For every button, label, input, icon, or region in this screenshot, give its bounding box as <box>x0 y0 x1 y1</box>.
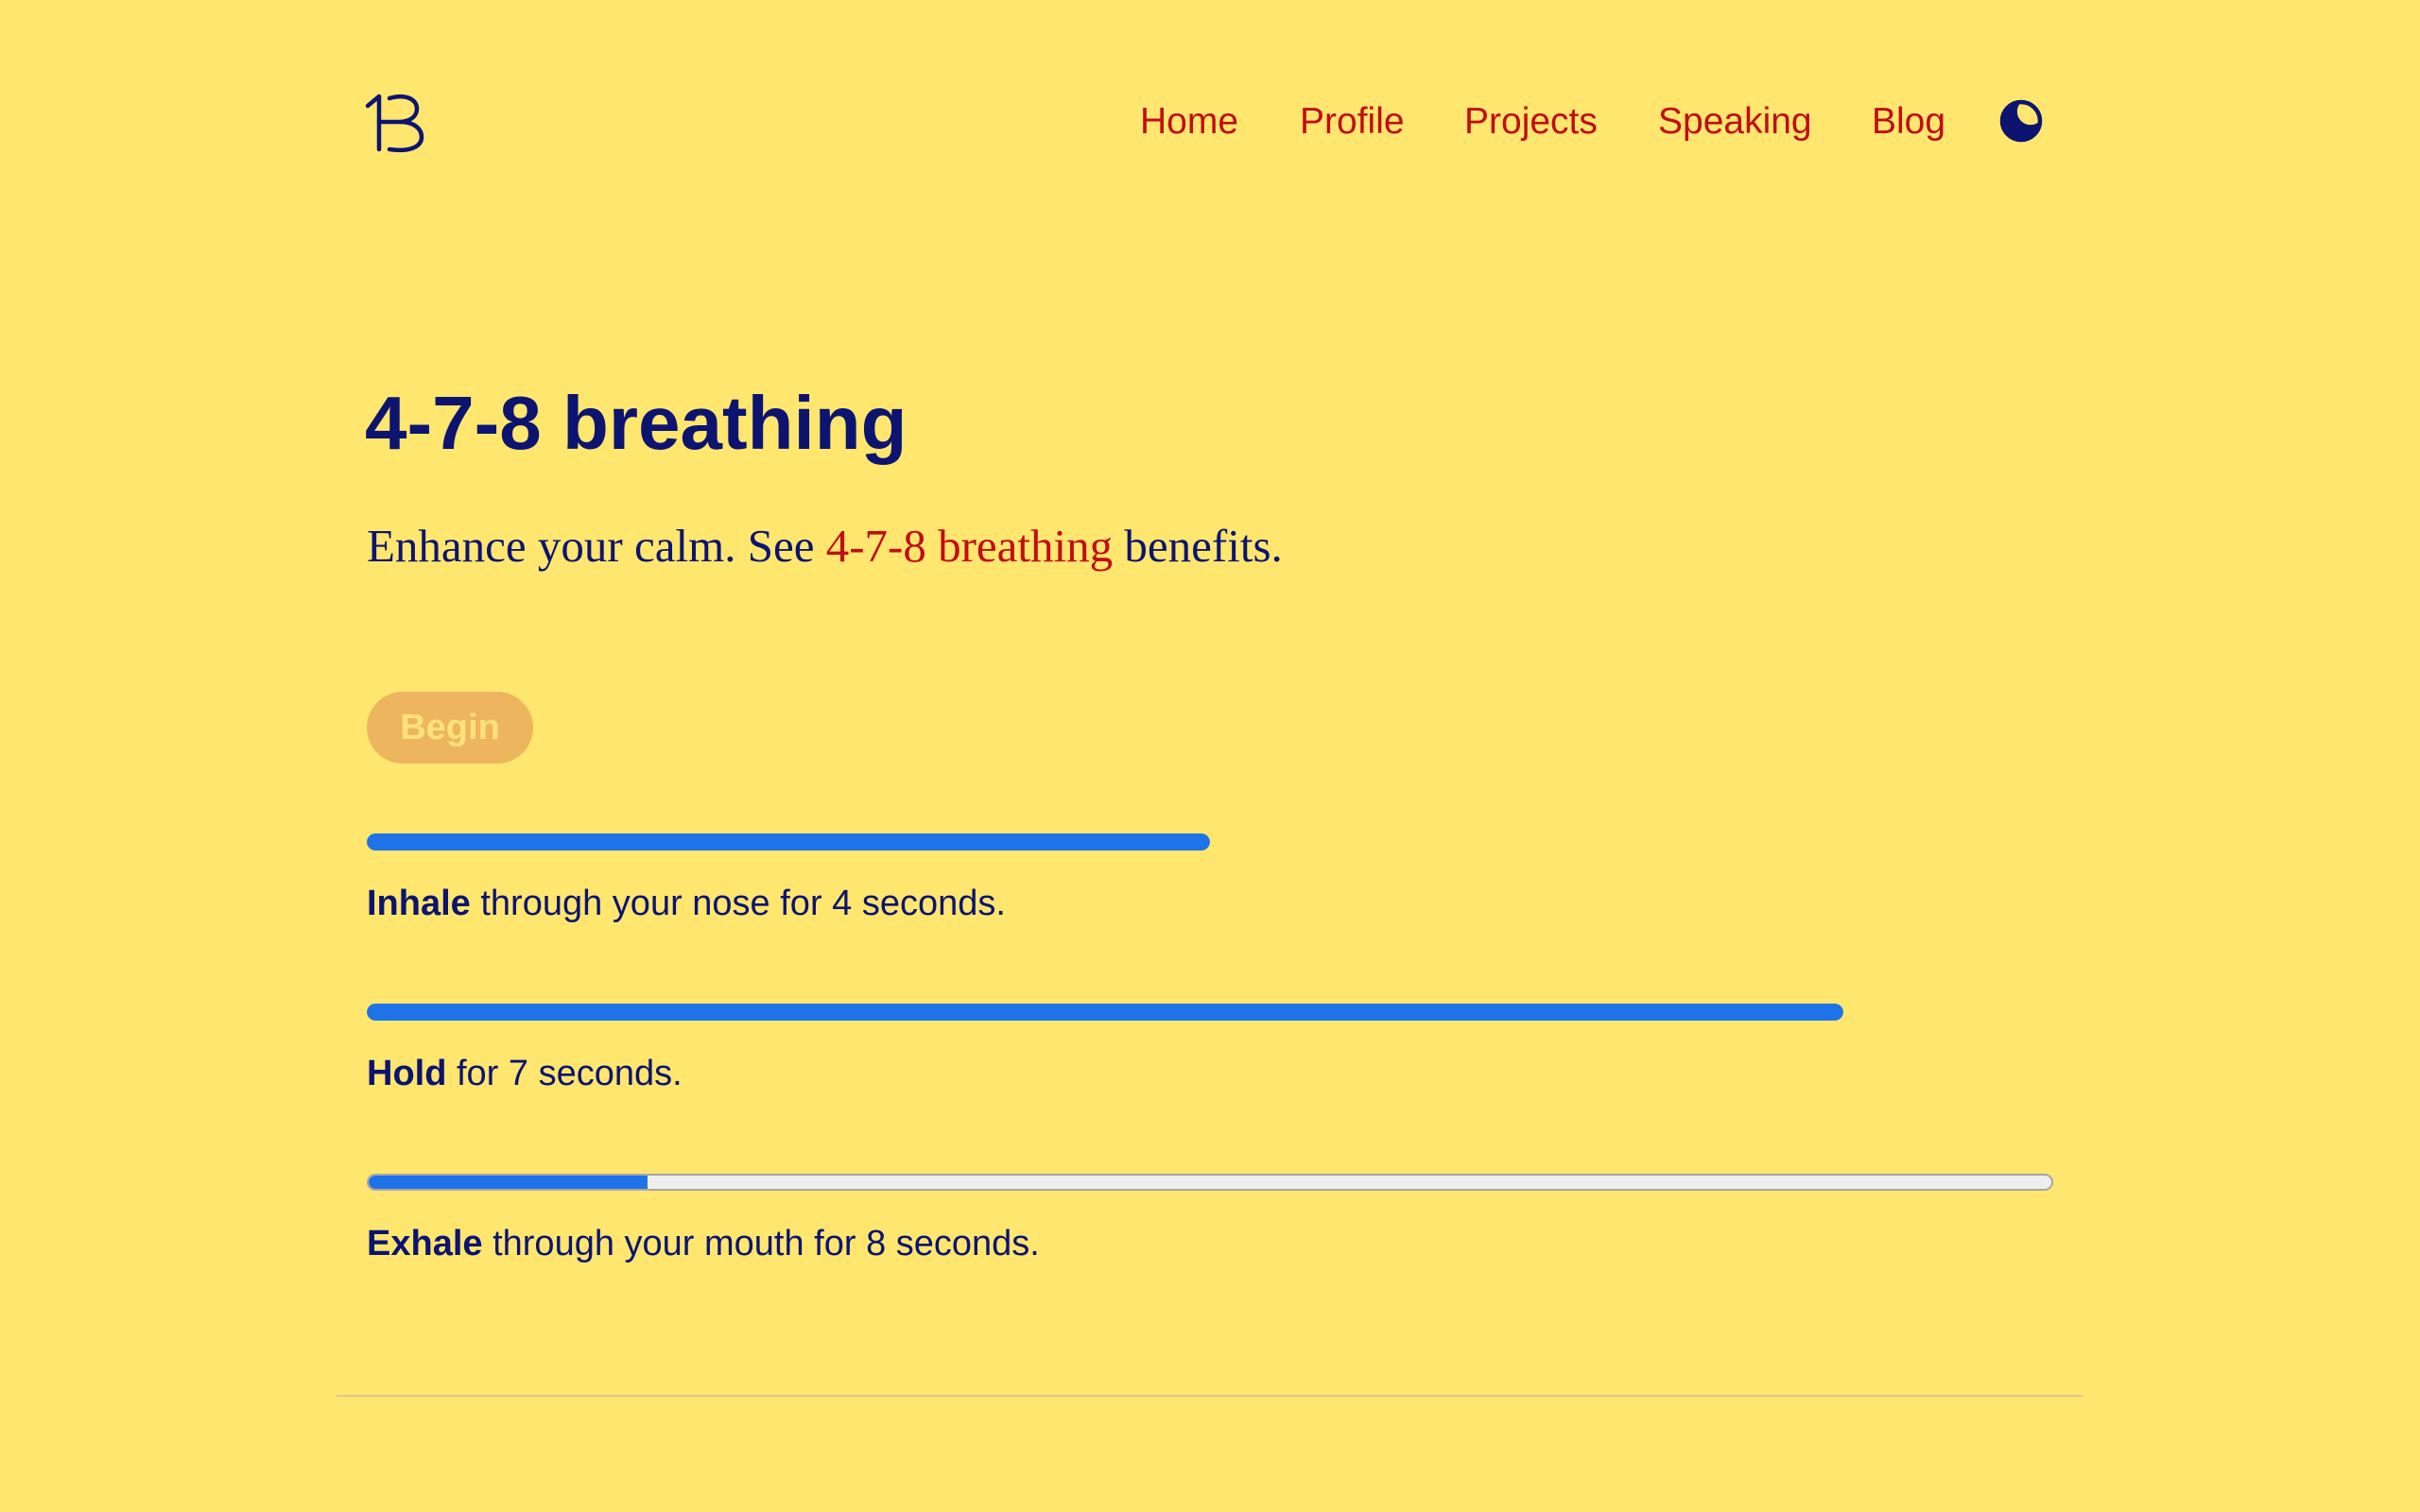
page-title: 4-7-8 breathing <box>365 381 908 465</box>
nav-link-projects[interactable]: Projects <box>1464 98 1598 146</box>
nav-link-speaking[interactable]: Speaking <box>1658 98 1812 146</box>
moon-icon[interactable] <box>1998 98 2044 144</box>
intro-text: Enhance your calm. See 4-7-8 breathing b… <box>367 518 1283 575</box>
hold-description: for 7 seconds. <box>446 1054 683 1093</box>
begin-button[interactable]: Begin <box>367 692 533 764</box>
breathing-benefits-link[interactable]: 4-7-8 breathing <box>826 520 1113 572</box>
nav-link-home[interactable]: Home <box>1140 98 1238 146</box>
inhale-progress-fill <box>367 833 1210 850</box>
exhale-progress-fill <box>369 1176 648 1189</box>
inhale-progress-bar <box>367 833 1210 850</box>
main-nav: Home Profile Projects Speaking Blog <box>0 0 2420 246</box>
inhale-label: Inhale <box>367 884 471 923</box>
hold-progress-fill <box>367 1004 1843 1021</box>
exhale-step-text: Exhale through your mouth for 8 seconds. <box>367 1222 1040 1265</box>
site-header: Home Profile Projects Speaking Blog <box>0 0 2420 246</box>
inhale-description: through your nose for 4 seconds. <box>470 884 1006 923</box>
intro-prefix: Enhance your calm. See <box>367 520 826 572</box>
footer-divider <box>337 1395 2083 1397</box>
intro-suffix: benefits. <box>1113 520 1283 572</box>
hold-label: Hold <box>367 1054 447 1093</box>
exhale-description: through your mouth for 8 seconds. <box>482 1224 1040 1263</box>
hold-step-text: Hold for 7 seconds. <box>367 1052 683 1095</box>
nav-link-profile[interactable]: Profile <box>1300 98 1405 146</box>
exhale-label: Exhale <box>367 1224 483 1263</box>
exhale-progress-bar <box>367 1174 2053 1191</box>
nav-link-blog[interactable]: Blog <box>1872 98 1945 146</box>
inhale-step-text: Inhale through your nose for 4 seconds. <box>367 882 1006 925</box>
hold-progress-bar <box>367 1004 1843 1021</box>
